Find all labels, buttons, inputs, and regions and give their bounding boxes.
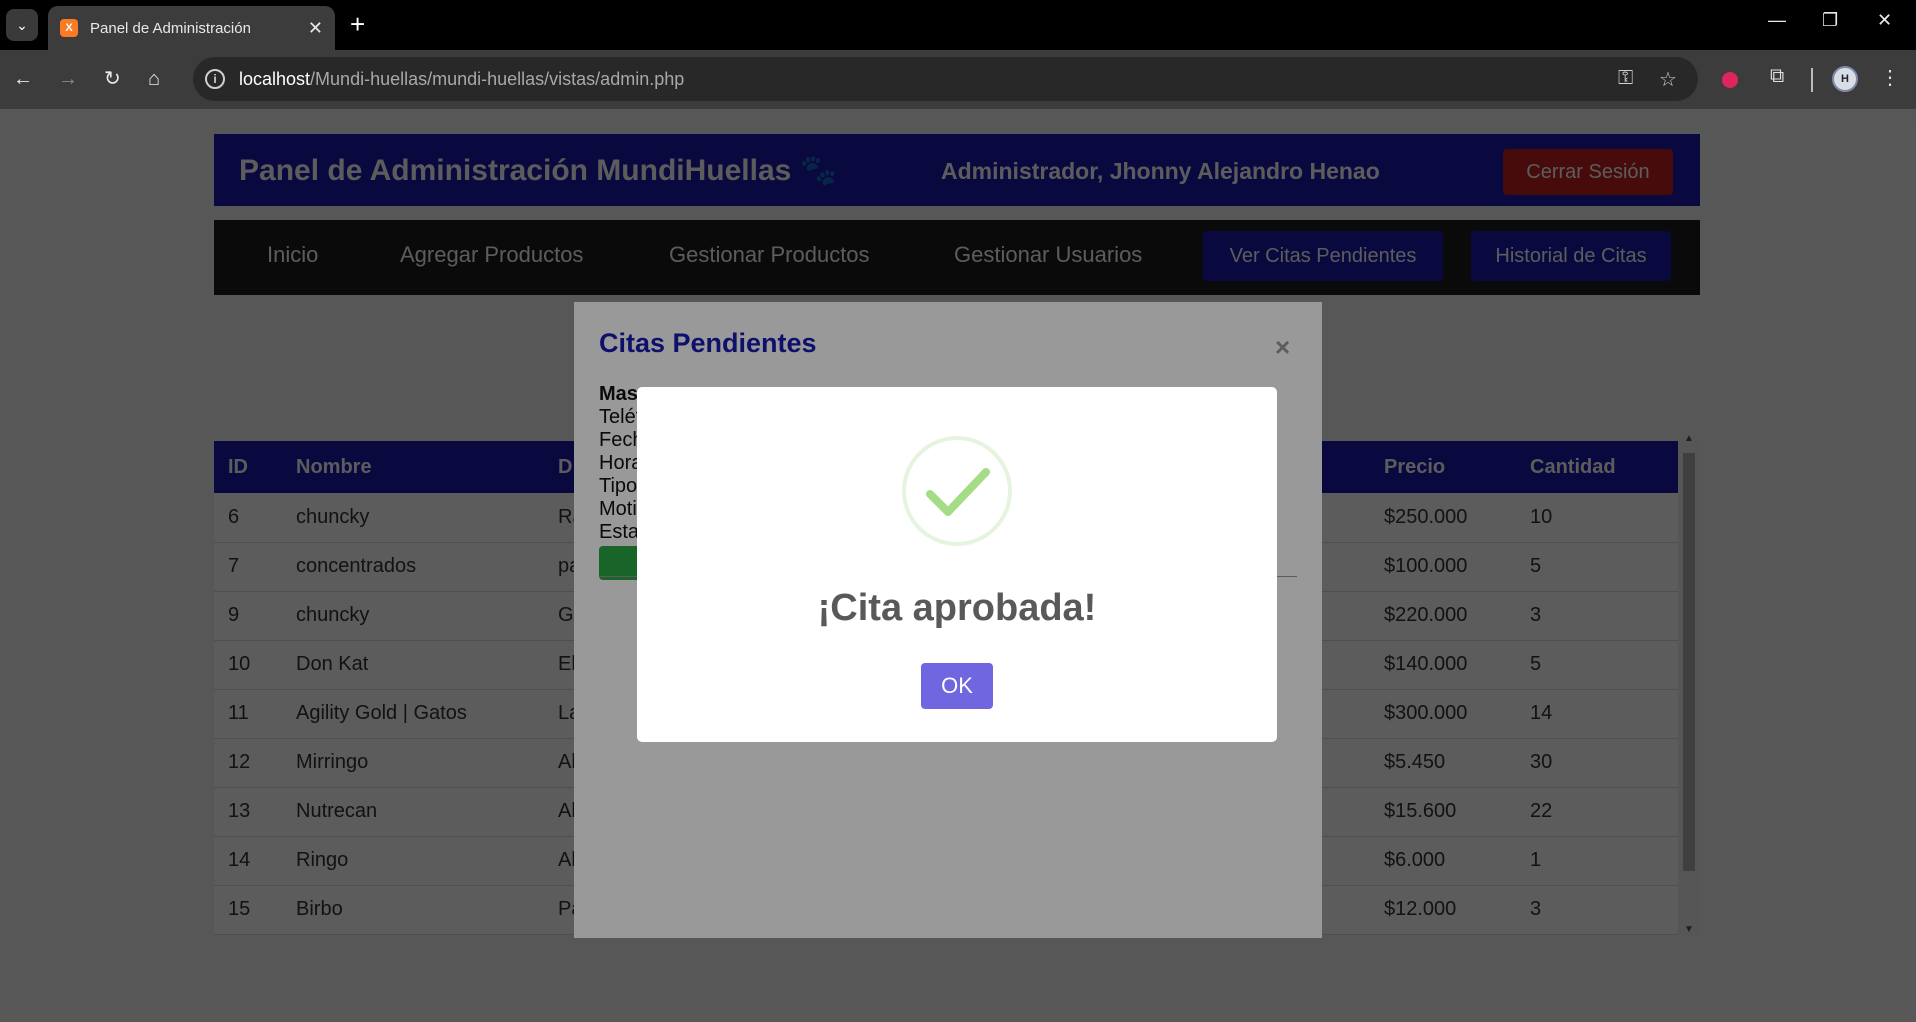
window-close-icon[interactable]: ✕ — [1877, 10, 1892, 31]
restore-icon[interactable]: ❐ — [1822, 10, 1838, 31]
profile-avatar[interactable]: H — [1832, 66, 1858, 92]
tab-title: Panel de Administración — [90, 19, 251, 37]
new-tab-button[interactable]: + — [350, 10, 365, 38]
browser-tab-bar: ⌄ X Panel de Administración ✕ + — ❐ ✕ — [0, 0, 1916, 50]
home-icon[interactable]: ⌂ — [148, 66, 160, 92]
browser-menu-icon[interactable]: ⋮ — [1880, 65, 1900, 90]
alert-ok-button[interactable]: OK — [921, 663, 993, 709]
back-icon[interactable]: ← — [13, 66, 33, 92]
minimize-icon[interactable]: — — [1768, 10, 1786, 31]
password-key-icon[interactable]: ⚿ — [1618, 67, 1633, 90]
address-bar[interactable]: i localhost/Mundi-huellas/mundi-huellas/… — [193, 57, 1698, 101]
url-text[interactable]: localhost/Mundi-huellas/mundi-huellas/vi… — [239, 69, 684, 90]
reload-icon[interactable]: ↻ — [104, 66, 121, 92]
forward-icon[interactable]: → — [58, 66, 78, 92]
tab-search-button[interactable]: ⌄ — [6, 9, 38, 41]
alert-title: ¡Cita aprobada! — [817, 587, 1097, 629]
bookmark-star-icon[interactable]: ☆ — [1659, 67, 1677, 92]
extensions-icon[interactable]: ⧉ — [1770, 65, 1784, 88]
browser-toolbar: ← → ↻ ⌂ i localhost/Mundi-huellas/mundi-… — [0, 50, 1916, 109]
success-alert: ¡Cita aprobada! OK — [637, 387, 1277, 742]
success-check-icon — [902, 436, 1012, 546]
checkmark-icon — [926, 468, 990, 516]
xampp-favicon-icon: X — [60, 19, 78, 37]
browser-tab[interactable]: X Panel de Administración ✕ — [48, 6, 335, 50]
toolbar-separator — [1811, 68, 1813, 92]
tab-close-icon[interactable]: ✕ — [308, 18, 323, 39]
extension-record-icon[interactable] — [1722, 72, 1738, 88]
site-info-icon[interactable]: i — [205, 69, 225, 89]
